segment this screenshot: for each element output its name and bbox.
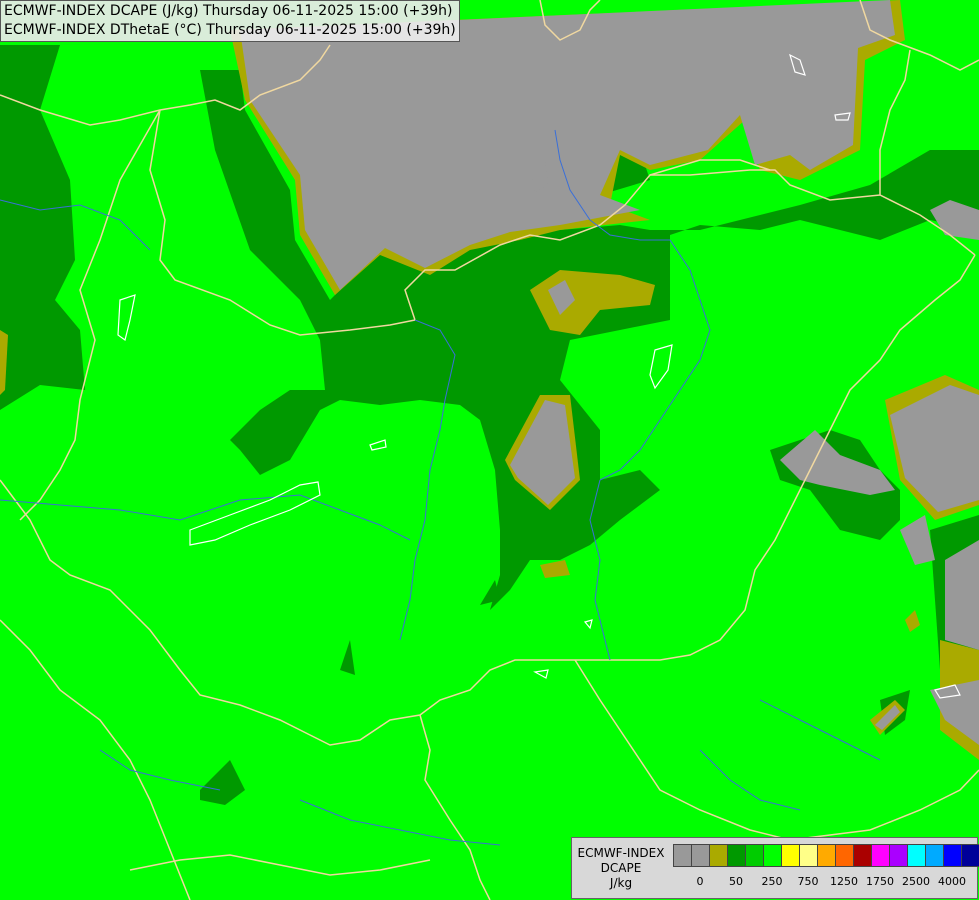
legend-swatch [889, 844, 907, 867]
legend-tick-label: 1750 [866, 875, 894, 888]
dcape-map [0, 0, 979, 900]
legend-swatch [943, 844, 961, 867]
legend-unit: J/kg [609, 876, 633, 890]
legend-model: ECMWF-INDEX [577, 846, 665, 860]
legend-tick-label: 0 [696, 875, 704, 888]
legend-swatch [961, 844, 979, 867]
legend-swatch [817, 844, 835, 867]
legend-tick-label: 1250 [830, 875, 858, 888]
legend-tick-label: 2500 [902, 875, 930, 888]
legend-swatch [727, 844, 745, 867]
legend-swatch [709, 844, 727, 867]
legend-swatches [673, 844, 979, 867]
title-line-dthetae: ECMWF-INDEX DThetaE (°C) Thursday 06-11-… [4, 22, 456, 38]
legend-tick-label: 750 [797, 875, 819, 888]
legend-swatch [763, 844, 781, 867]
legend-swatch [691, 844, 709, 867]
map-title-box: ECMWF-INDEX DCAPE (J/kg) Thursday 06-11-… [0, 0, 460, 42]
legend-swatch [799, 844, 817, 867]
legend-tick-label: 250 [761, 875, 783, 888]
legend-swatch [853, 844, 871, 867]
legend-variable: DCAPE [600, 861, 642, 875]
legend-swatch [907, 844, 925, 867]
title-line-dcape: ECMWF-INDEX DCAPE (J/kg) Thursday 06-11-… [4, 3, 453, 19]
legend-tick-label: 4000 [938, 875, 966, 888]
legend-tick-label: 50 [729, 875, 743, 888]
legend-label: ECMWF-INDEX DCAPE J/kg [576, 846, 666, 891]
legend-swatch [745, 844, 763, 867]
legend-swatch [781, 844, 799, 867]
color-legend: ECMWF-INDEX DCAPE J/kg 0 50 250 750 1250 1750… [571, 837, 979, 899]
legend-swatch [835, 844, 853, 867]
legend-swatch [673, 844, 691, 867]
legend-swatch [871, 844, 889, 867]
legend-swatch [925, 844, 943, 867]
